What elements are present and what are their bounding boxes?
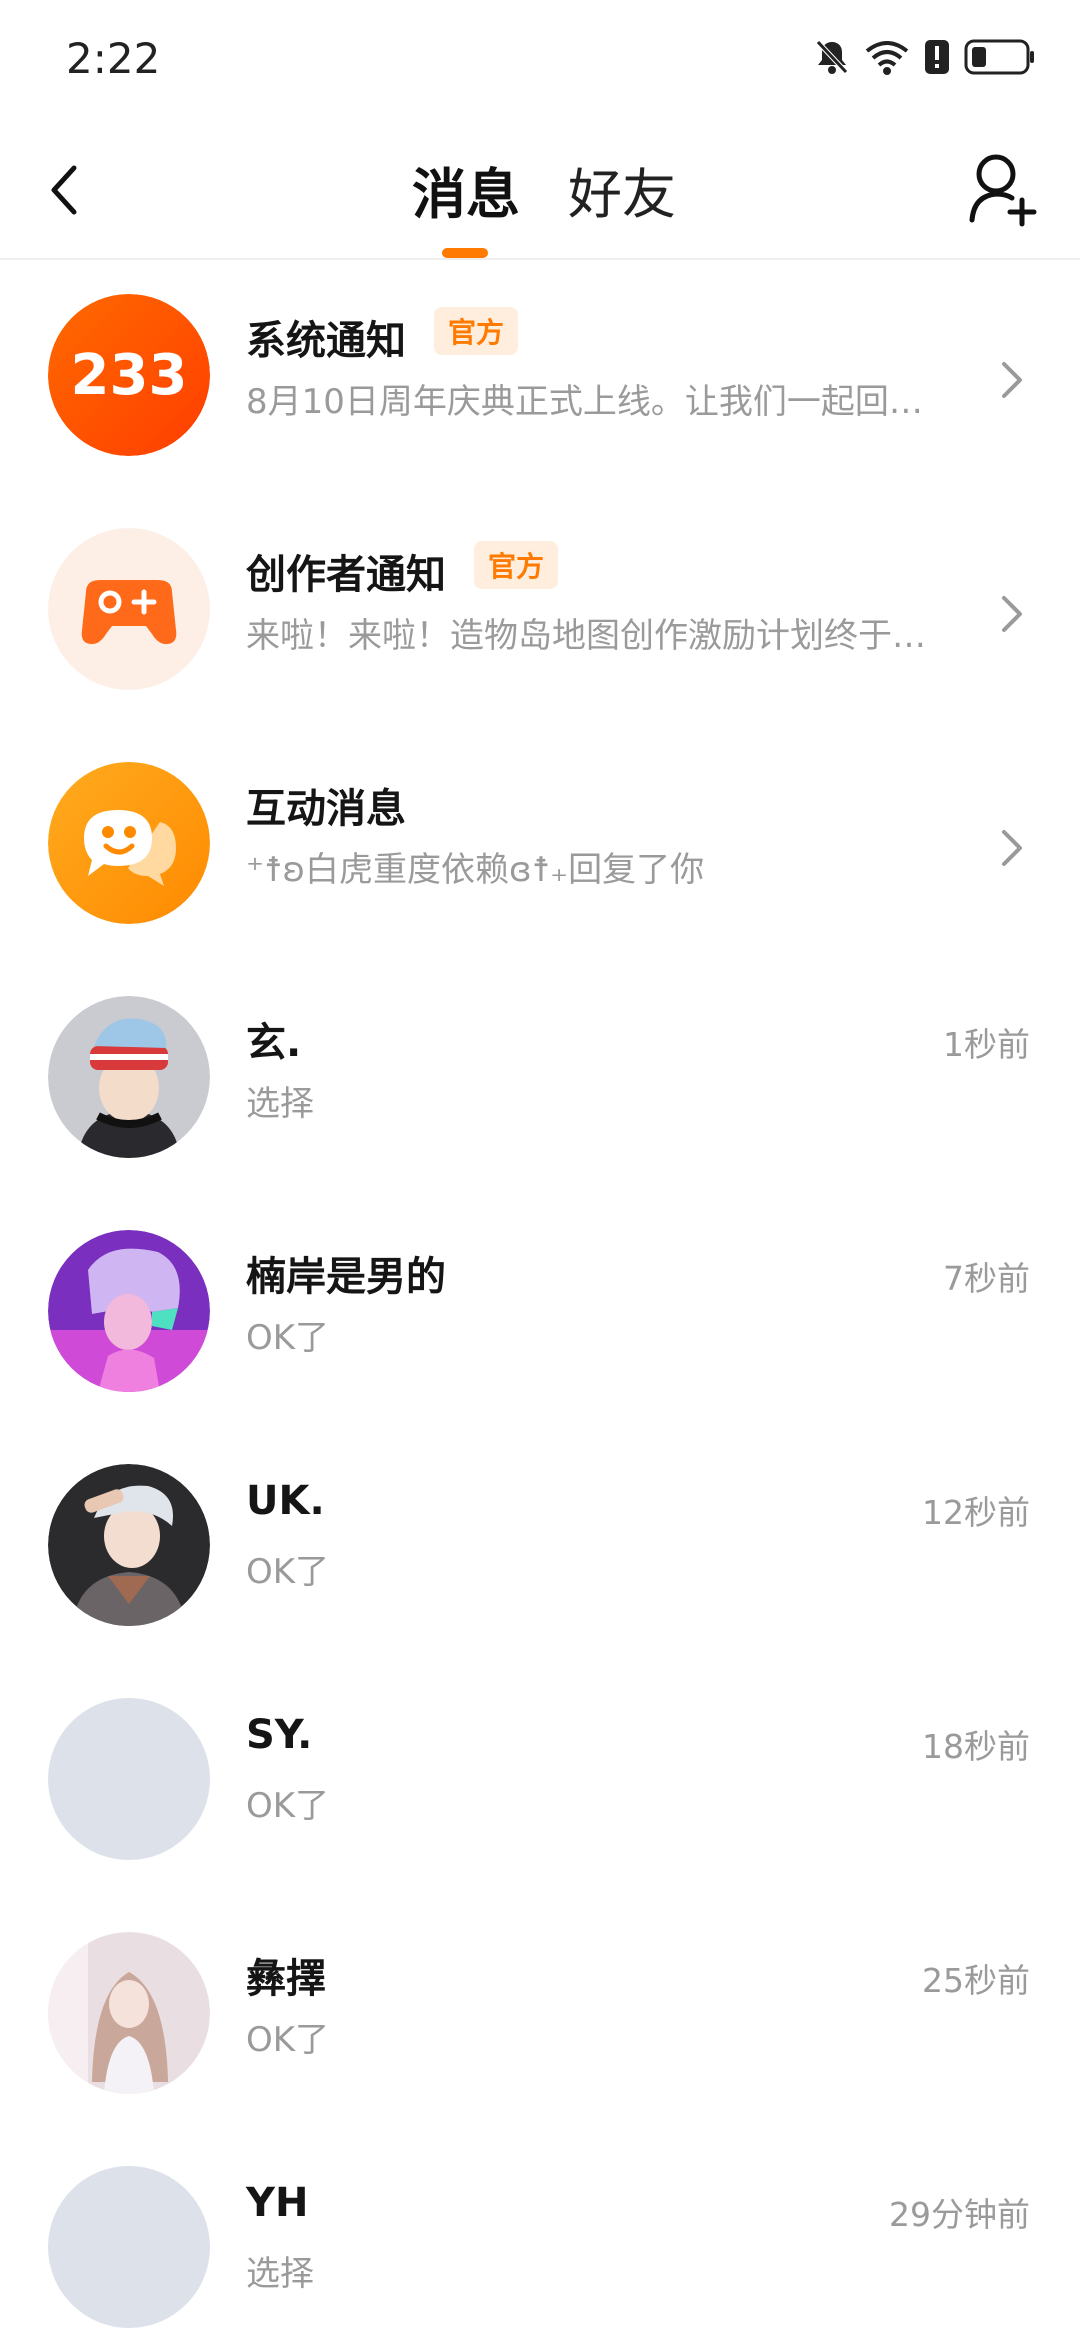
conversation-name: UK.: [246, 1478, 325, 1524]
message-time: 1秒前: [943, 1025, 1030, 1064]
default-avatar: [48, 1698, 210, 1860]
conversation-preview: OK了: [246, 1786, 330, 1826]
message-time: 25秒前: [922, 1961, 1030, 2000]
conversation-preview: 来啦！来啦！造物岛地图创作激励计划终于…: [246, 616, 926, 656]
message-time: 12秒前: [922, 1493, 1030, 1532]
list-item-chat[interactable]: 玄. 选择 1秒前: [0, 964, 1080, 1198]
chevron-right-icon: [1002, 830, 1022, 866]
list-item-creator-notice[interactable]: 创作者通知 官方 来啦！来啦！造物岛地图创作激励计划终于…: [0, 496, 1080, 730]
conversation-name: SY.: [246, 1712, 313, 1758]
wifi-icon: [865, 41, 909, 75]
conversation-preview: 选择: [246, 2254, 314, 2294]
conversation-preview: 8月10日周年庆典正式上线。让我们一起回…: [246, 382, 923, 422]
gamepad-icon: [48, 528, 210, 690]
header: 消息 好友: [0, 120, 1080, 260]
avatar: [48, 1464, 210, 1626]
active-tab-indicator: [442, 248, 488, 258]
status-bar: 2:22: [0, 0, 1080, 120]
conversation-name: 系统通知: [246, 318, 406, 364]
conversation-title: 系统通知 官方: [246, 307, 519, 366]
conversation-preview: OK了: [246, 1552, 330, 1592]
list-item-chat[interactable]: UK. OK了 12秒前: [0, 1432, 1080, 1666]
back-button[interactable]: [44, 154, 104, 226]
message-time: 7秒前: [943, 1259, 1030, 1298]
svg-text:233: 233: [71, 343, 188, 408]
logo-233-icon: 233: [48, 294, 210, 456]
conversation-preview: 选择: [246, 1084, 314, 1124]
conversation-name: 互动消息: [246, 786, 406, 832]
chat-smile-icon: [48, 762, 210, 924]
official-badge: 官方: [474, 541, 559, 589]
chevron-right-icon: [1002, 362, 1022, 398]
bell-muted-icon: [816, 40, 848, 74]
list-item-interaction-messages[interactable]: 互动消息 ⁺☨ʚ白虎重度依赖ɞ☨₊回复了你: [0, 730, 1080, 964]
conversation-name: 彝擇: [246, 1956, 326, 2002]
conversation-preview: OK了: [246, 1318, 330, 1358]
alert-icon: [925, 40, 949, 74]
avatar: [48, 1932, 210, 2094]
list-item-chat[interactable]: SY. OK了 18秒前: [0, 1666, 1080, 1900]
tab-friends[interactable]: 好友: [568, 150, 676, 229]
official-badge: 官方: [434, 307, 519, 355]
avatar: [48, 996, 210, 1158]
tab-messages[interactable]: 消息: [412, 150, 520, 229]
conversation-name: 玄.: [246, 1020, 302, 1066]
chevron-left-icon: [51, 165, 77, 215]
default-avatar: [48, 2166, 210, 2328]
add-friend-button[interactable]: [964, 148, 1040, 228]
message-time: 29分钟前: [889, 2195, 1030, 2234]
add-user-icon: [969, 154, 1037, 227]
conversation-name: YH: [246, 2180, 309, 2226]
list-item-chat[interactable]: 楠岸是男的 OK了 7秒前: [0, 1198, 1080, 1432]
message-time: 18秒前: [922, 1727, 1030, 1766]
list-item-chat[interactable]: YH 选择 29分钟前: [0, 2134, 1080, 2340]
status-icons: [814, 38, 1036, 76]
conversation-preview: ⁺☨ʚ白虎重度依赖ɞ☨₊回复了你: [246, 850, 705, 890]
list-item-system-notice[interactable]: 233 系统通知 官方 8月10日周年庆典正式上线。让我们一起回…: [0, 262, 1080, 496]
conversation-title: 创作者通知 官方: [246, 541, 559, 600]
conversation-list: 233 系统通知 官方 8月10日周年庆典正式上线。让我们一起回… 创作者通知 官方…: [0, 262, 1080, 2340]
battery-icon: [964, 39, 1034, 75]
avatar: [48, 1230, 210, 1392]
conversation-preview: OK了: [246, 2020, 330, 2060]
conversation-name: 创作者通知: [246, 552, 446, 598]
chevron-right-icon: [1002, 596, 1022, 632]
conversation-name: 楠岸是男的: [246, 1254, 446, 1300]
status-time: 2:22: [66, 34, 161, 83]
list-item-chat[interactable]: 彝擇 OK了 25秒前: [0, 1900, 1080, 2134]
